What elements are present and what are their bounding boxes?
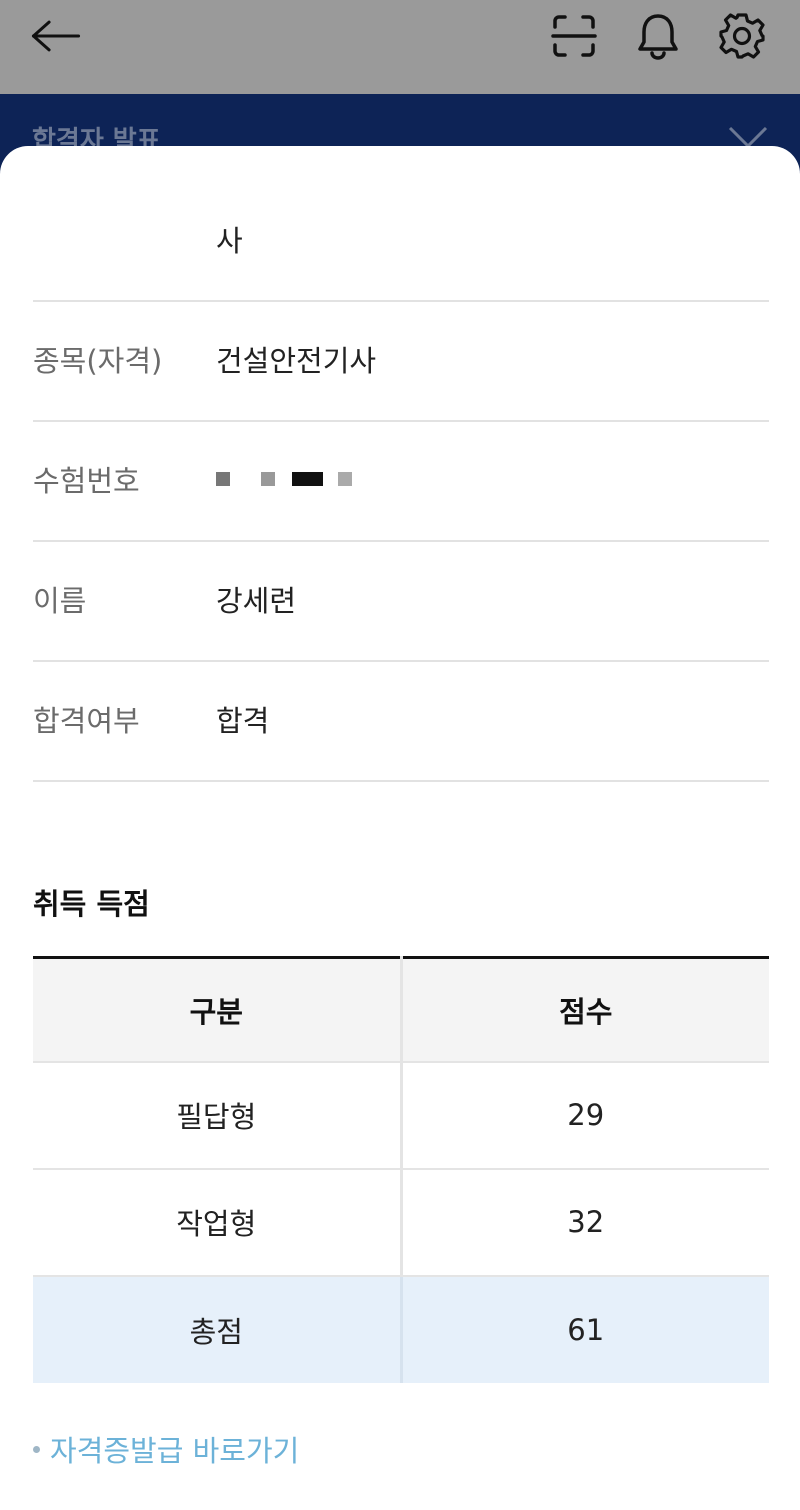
item-label: 종목(자격) [33, 344, 163, 378]
info-row-pass: 합격여부 합격 [33, 662, 769, 782]
item-value: 건설안전기사 [216, 344, 377, 378]
exam-number-label: 수험번호 [33, 464, 140, 498]
scores-title: 취득 득점 [33, 887, 150, 921]
partial-value: 사 [216, 224, 243, 258]
table-row-total: 총점 61 [33, 1274, 769, 1383]
header-score: 점수 [401, 957, 769, 1062]
bell-icon[interactable] [632, 10, 684, 62]
row-category: 작업형 [33, 1167, 403, 1276]
info-row-exam-number: 수험번호 [33, 422, 769, 542]
certificate-issue-link-label: 자격증발급 바로가기 [50, 1434, 300, 1468]
scores-table: 구분 점수 필답형 29 작업형 32 총점 61 [33, 956, 769, 1383]
name-value: 강세련 [216, 584, 297, 618]
info-row-item: 종목(자격) 건설안전기사 [33, 302, 769, 422]
app-bar [0, 0, 800, 94]
table-header-row: 구분 점수 [33, 957, 769, 1062]
scan-icon[interactable] [548, 10, 600, 62]
certificate-issue-link[interactable]: 자격증발급 바로가기 [33, 1428, 299, 1470]
pass-value: 합격 [216, 704, 270, 738]
gear-icon[interactable] [716, 10, 768, 62]
back-arrow-icon[interactable] [30, 10, 82, 62]
header-category: 구분 [33, 957, 403, 1062]
total-score: 61 [401, 1274, 769, 1383]
result-sheet: 사 종목(자격) 건설안전기사 수험번호 이름 강세련 합격여부 합격 취득 득… [0, 146, 800, 1510]
row-score: 32 [401, 1167, 769, 1276]
table-row: 작업형 32 [33, 1167, 769, 1276]
row-score: 29 [401, 1060, 769, 1169]
pass-label: 합격여부 [33, 704, 140, 738]
bullet-icon [33, 1445, 40, 1453]
info-row-name: 이름 강세련 [33, 542, 769, 662]
table-row: 필답형 29 [33, 1060, 769, 1169]
total-category: 총점 [33, 1274, 403, 1383]
name-label: 이름 [33, 584, 87, 618]
info-row-partial: 사 [33, 182, 769, 302]
row-category: 필답형 [33, 1060, 403, 1169]
